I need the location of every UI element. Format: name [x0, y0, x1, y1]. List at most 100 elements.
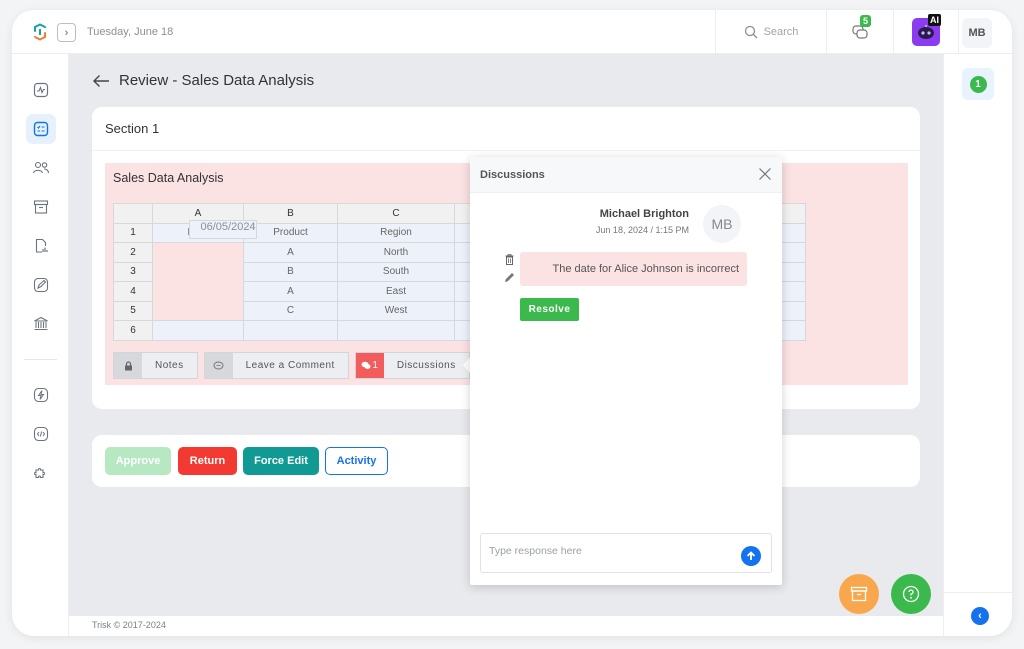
row-header: 3 [113, 261, 153, 282]
comment-icon [204, 353, 233, 378]
row-header: 6 [113, 320, 153, 341]
return-button[interactable]: Return [178, 447, 237, 475]
sidebar-item-automation[interactable] [26, 380, 56, 410]
cell[interactable] [243, 320, 338, 341]
cell[interactable]: C [243, 300, 338, 321]
leave-comment-button[interactable]: Leave a Comment [203, 352, 349, 379]
messages-button[interactable]: 5 [827, 10, 894, 54]
comment-message: The date for Alice Johnson is incorrect [520, 252, 747, 286]
section-title: Section 1 [105, 121, 160, 136]
sidebar-item-integrations[interactable] [26, 458, 56, 488]
discussions-count: 1 [372, 360, 379, 371]
cell[interactable]: East [337, 281, 455, 302]
approve-button[interactable]: Approve [105, 447, 171, 475]
activity-icon [33, 82, 49, 98]
copyright: Trisk © 2017-2024 [92, 620, 166, 630]
sidebar-item-users[interactable] [26, 153, 56, 183]
archive-icon [33, 200, 49, 214]
corner-cell [113, 203, 153, 224]
sidebar-item-edit[interactable] [26, 270, 56, 300]
discussions-button[interactable]: 1 Discussions [354, 352, 470, 379]
sidebar-item-bank[interactable] [26, 309, 56, 339]
help-icon [902, 585, 920, 603]
comment-label: Leave a Comment [245, 360, 335, 371]
spreadsheet-title: Sales Data Analysis [113, 171, 224, 185]
messages-badge: 5 [860, 15, 872, 27]
ai-assistant-button[interactable]: AI [894, 10, 959, 54]
cell[interactable]: Product [243, 222, 338, 243]
search-button[interactable]: Search [715, 10, 827, 54]
pencil-icon[interactable] [504, 272, 515, 283]
cell[interactable]: B [243, 261, 338, 282]
archive-icon [850, 586, 868, 602]
row-header: 2 [113, 242, 153, 263]
cell[interactable]: South [337, 261, 455, 282]
cell-actions: Notes Leave a Comment 1 Discussions [113, 352, 484, 379]
resolve-button[interactable]: Resolve [520, 298, 579, 321]
cell[interactable]: North [337, 242, 455, 263]
bank-icon [34, 316, 48, 331]
search-label: Search [763, 26, 799, 38]
right-sidebar: 1 ‹ [943, 54, 1012, 636]
discussions-panel: Discussions Michael Brighton Jun 18, 202… [470, 157, 782, 585]
cell[interactable]: West [337, 300, 455, 321]
page-header: Review - Sales Data Analysis [92, 72, 314, 89]
back-arrow-icon[interactable] [92, 74, 110, 88]
notes-label: Notes [155, 360, 184, 371]
pending-items-button[interactable]: 1 [962, 68, 994, 100]
cell[interactable]: A [243, 242, 338, 263]
cell[interactable]: 06/05/2024 [188, 219, 257, 239]
cell[interactable] [152, 320, 244, 341]
logo-icon [34, 23, 46, 41]
lock-icon [114, 353, 142, 378]
footer: Trisk © 2017-2024 [69, 616, 943, 636]
lightning-icon [33, 387, 49, 403]
sidebar-item-reports[interactable] [26, 231, 56, 261]
ai-badge: AI [928, 14, 941, 26]
trash-icon[interactable] [505, 254, 514, 265]
comment-timestamp: Jun 18, 2024 / 1:15 PM [595, 225, 689, 235]
discussions-count-badge: 1 [355, 353, 384, 378]
row-header: 4 [113, 281, 153, 302]
cell[interactable]: A [243, 281, 338, 302]
page-title: Review - Sales Data Analysis [119, 72, 315, 89]
activity-button[interactable]: Activity [325, 447, 388, 475]
user-avatar[interactable]: MB [962, 18, 992, 48]
edit-icon [33, 277, 49, 293]
cell[interactable] [337, 320, 455, 341]
section-divider [92, 150, 920, 151]
reply-input[interactable] [489, 545, 729, 557]
sidebar-item-checklist[interactable] [26, 114, 56, 144]
collapse-rightbar-button[interactable]: ‹ [971, 607, 989, 625]
expand-sidebar-button[interactable]: › [57, 23, 76, 42]
code-icon [33, 426, 49, 442]
discussions-label: Discussions [396, 360, 456, 371]
chevron-right-icon: › [64, 26, 69, 39]
file-chart-icon [35, 238, 48, 253]
column-header[interactable]: B [243, 203, 338, 224]
sidebar-item-archive[interactable] [26, 192, 56, 222]
reply-box [480, 533, 772, 573]
comments-icon [361, 361, 371, 369]
comment-avatar: MB [703, 205, 741, 243]
send-button[interactable] [741, 546, 761, 566]
pending-count-badge: 1 [969, 75, 987, 93]
top-bar: › Tuesday, June 18 Search 5 AI MB [12, 10, 1012, 54]
force-edit-button[interactable]: Force Edit [243, 447, 319, 475]
sidebar [12, 54, 69, 636]
discussions-title: Discussions [480, 169, 545, 181]
column-header[interactable]: C [337, 203, 455, 224]
archive-fab[interactable] [839, 574, 879, 614]
discussions-header: Discussions [470, 157, 782, 193]
help-fab[interactable] [891, 574, 931, 614]
chevron-left-icon: ‹ [978, 610, 982, 622]
cell[interactable]: Region [337, 222, 455, 243]
sidebar-item-activity[interactable] [26, 75, 56, 105]
row-header: 1 [113, 222, 153, 243]
notes-button[interactable]: Notes [113, 352, 198, 379]
sidebar-item-code[interactable] [26, 419, 56, 449]
puzzle-icon [33, 467, 46, 479]
close-icon[interactable] [758, 167, 772, 181]
comment-author: Michael Brighton [599, 208, 689, 220]
rightbar-divider [944, 592, 1012, 593]
